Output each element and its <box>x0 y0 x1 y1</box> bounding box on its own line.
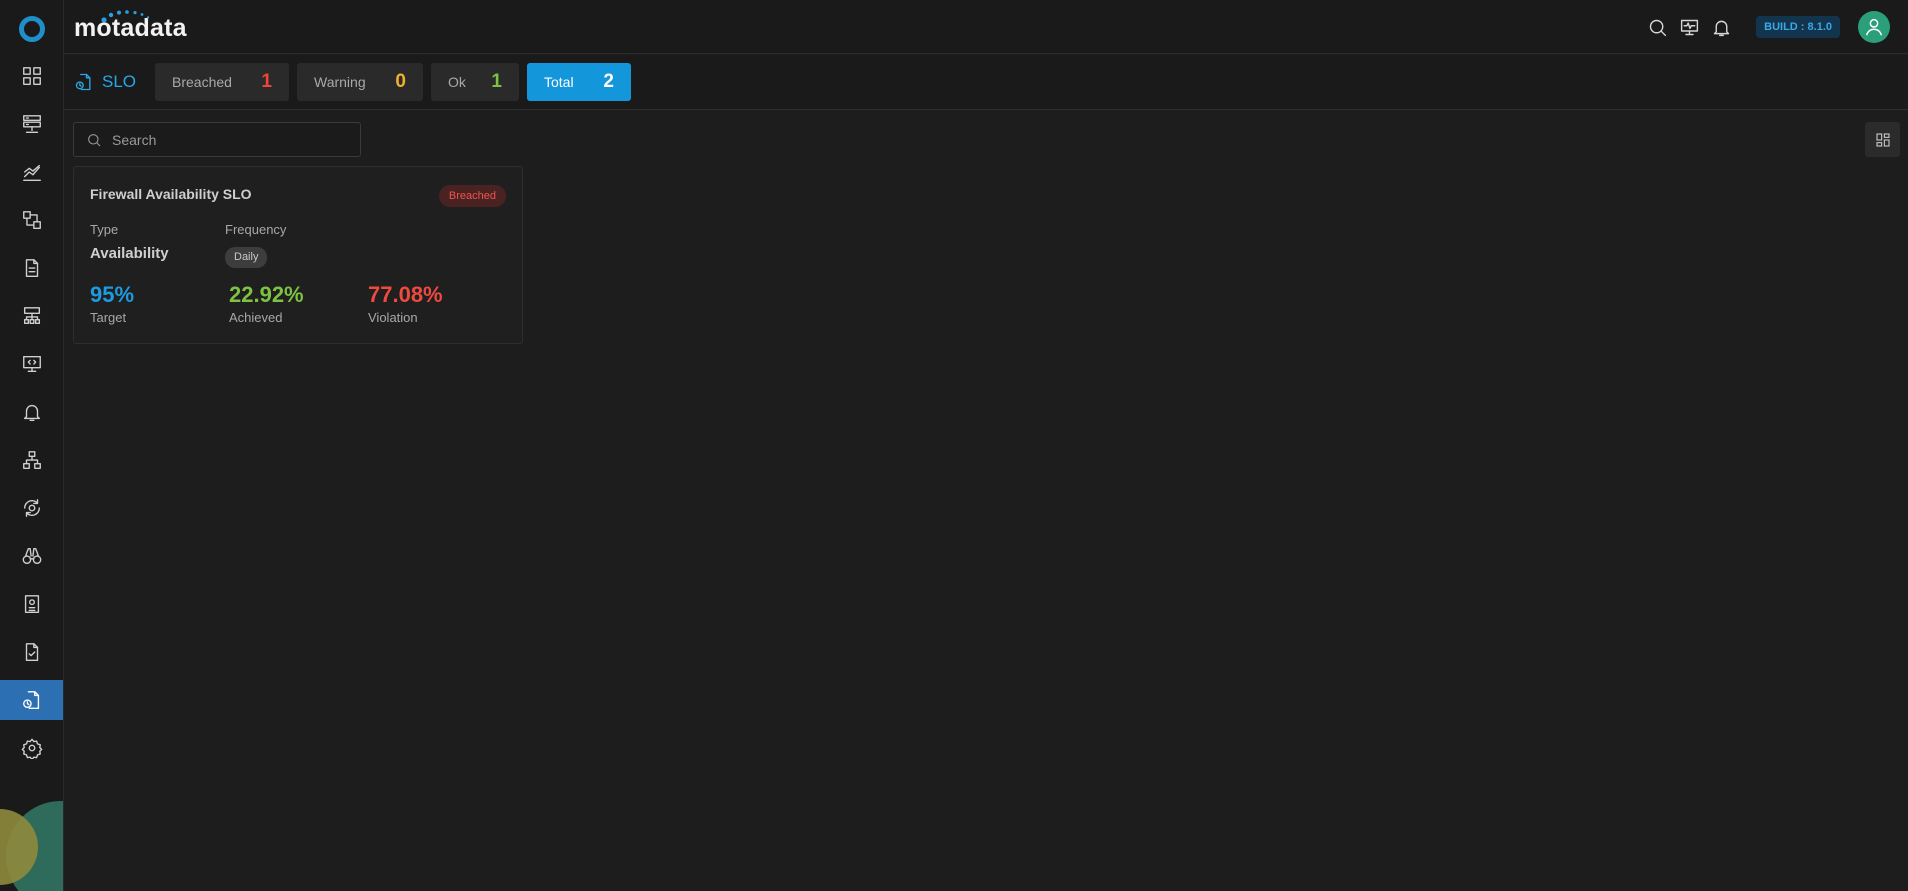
sidebar-item-slo[interactable] <box>0 680 63 720</box>
count-value: 0 <box>395 71 406 92</box>
sidebar-item-explorer[interactable] <box>0 536 63 576</box>
type-value: Availability <box>90 245 169 262</box>
status-badge: Breached <box>438 185 506 207</box>
sidebar-item-audit[interactable] <box>0 584 63 624</box>
warning-count-filter[interactable]: Warning 0 <box>297 63 423 101</box>
header-actions: BUILD : 8.1.0 <box>1646 11 1890 43</box>
frequency-badge: Daily <box>225 247 268 268</box>
bell-icon <box>23 404 41 421</box>
sidebar-item-topology[interactable] <box>0 296 63 336</box>
sidebar-item-inventory[interactable] <box>0 104 63 144</box>
sidebar-item-reports[interactable] <box>0 248 63 288</box>
gear-cycle-icon <box>23 499 41 517</box>
frequency-label: Frequency <box>225 222 287 237</box>
server-icon <box>23 115 41 133</box>
app-logo-icon[interactable] <box>19 16 45 42</box>
page-title: SLO <box>74 72 136 92</box>
binoculars-icon <box>22 547 42 565</box>
network-icon <box>23 307 41 325</box>
sidebar-item-automation[interactable] <box>0 488 63 528</box>
search-icon <box>1649 19 1666 36</box>
target-caption: Target <box>90 310 127 325</box>
breached-count-filter[interactable]: Breached 1 <box>155 63 289 101</box>
badge-document-icon <box>24 595 40 613</box>
bell-icon <box>1713 20 1729 36</box>
logo-dots-icon <box>101 10 150 23</box>
monitor-button[interactable] <box>1678 16 1700 38</box>
top-header: motadata BUILD : 8.1.0 <box>64 0 1908 54</box>
type-label: Type <box>90 222 119 237</box>
gear-icon <box>21 738 43 759</box>
slo-icon <box>75 73 91 91</box>
achieved-value: 22.92% <box>229 282 304 307</box>
sidebar-item-apm[interactable] <box>0 344 63 384</box>
document-icon <box>25 259 39 277</box>
sidebar-item-dashboard[interactable] <box>0 56 63 96</box>
slo-card-title: Firewall Availability SLO <box>90 186 252 202</box>
target-metric: 95% Target <box>90 282 134 325</box>
global-search-button[interactable] <box>1646 16 1668 38</box>
flow-icon <box>23 211 41 229</box>
search-input[interactable] <box>102 123 360 156</box>
violation-caption: Violation <box>368 310 418 325</box>
app-root: motadata BUILD : 8.1.0 SLO Breached 1 Wa… <box>0 0 1908 891</box>
ok-count-filter[interactable]: Ok 1 <box>431 63 519 101</box>
violation-value: 77.08% <box>368 282 443 307</box>
achieved-metric: 22.92% Achieved <box>229 282 304 325</box>
notifications-button[interactable] <box>1710 16 1732 38</box>
build-badge: BUILD : 8.1.0 <box>1756 16 1840 38</box>
slo-icon <box>23 691 40 709</box>
grid-icon <box>23 67 41 85</box>
view-toggle-button[interactable] <box>1865 122 1900 157</box>
count-value: 1 <box>261 71 272 92</box>
achieved-caption: Achieved <box>229 310 283 325</box>
count-label: Total <box>544 74 574 90</box>
sidebar-item-compliance[interactable] <box>0 632 63 672</box>
decorative-shape <box>0 801 63 891</box>
chart-line-icon <box>23 164 41 181</box>
total-count-filter[interactable]: Total 2 <box>527 63 631 101</box>
count-value: 1 <box>491 71 502 92</box>
monitor-pulse-icon <box>1680 19 1698 35</box>
user-avatar[interactable] <box>1858 11 1890 43</box>
count-label: Breached <box>172 74 232 90</box>
brand-logo[interactable]: motadata <box>74 10 187 43</box>
count-value: 2 <box>603 71 614 92</box>
sidebar-item-flows[interactable] <box>0 200 63 240</box>
count-label: Ok <box>448 74 466 90</box>
sidebar <box>0 0 64 891</box>
user-avatar-icon <box>1865 18 1883 36</box>
search-icon <box>88 133 101 146</box>
count-label: Warning <box>314 74 366 90</box>
layout-grid-icon <box>1875 132 1890 147</box>
sidebar-item-settings[interactable] <box>0 728 63 768</box>
slo-summary-bar: SLO Breached 1 Warning 0 Ok 1 Total 2 <box>64 55 1908 110</box>
search-box <box>73 122 361 157</box>
checklist-icon <box>25 643 39 661</box>
target-value: 95% <box>90 282 135 307</box>
page-title-text: SLO <box>102 72 137 91</box>
slo-card[interactable]: Firewall Availability SLO Breached Type … <box>73 166 523 344</box>
hierarchy-icon <box>23 451 41 469</box>
violation-metric: 77.08% Violation <box>368 282 443 325</box>
monitor-code-icon <box>23 355 41 373</box>
sidebar-item-hierarchy[interactable] <box>0 440 63 480</box>
sidebar-item-metrics[interactable] <box>0 152 63 192</box>
sidebar-item-alerts[interactable] <box>0 392 63 432</box>
